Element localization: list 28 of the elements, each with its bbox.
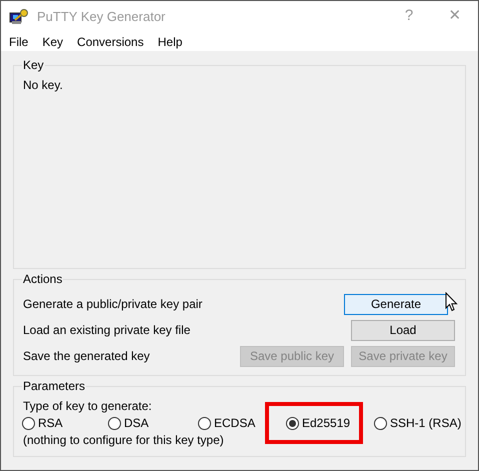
group-title: Parameters	[22, 379, 86, 393]
radio-button[interactable]	[286, 416, 299, 430]
action-button[interactable]: Generate	[344, 294, 448, 314]
radio-label: ECDSA	[214, 415, 256, 432]
type-label: Type of key to generate:	[23, 400, 153, 413]
menu-item[interactable]: Conversions	[70, 32, 151, 50]
radio-button[interactable]	[108, 416, 121, 430]
radio-button[interactable]	[198, 416, 211, 430]
radio-label: DSA	[124, 415, 149, 432]
action-label: Load an existing private key file	[23, 322, 192, 339]
action-label: Save the generated key	[23, 348, 151, 365]
action-button[interactable]: Load	[351, 320, 455, 340]
radio-label: RSA	[38, 415, 63, 432]
key-text: No key.	[23, 77, 64, 94]
menu-item[interactable]: Help	[150, 32, 190, 50]
cursor-icon	[445, 292, 458, 312]
window-title: PuTTY Key Generator	[37, 8, 166, 26]
menu-item[interactable]: Key	[35, 32, 70, 50]
radio-label: Ed25519	[302, 415, 350, 432]
radio-label: SSH-1 (RSA)	[390, 415, 462, 432]
app-icon	[9, 8, 29, 24]
radio-button[interactable]	[22, 416, 35, 430]
note-text: (nothing to configure for this key type)	[23, 433, 225, 447]
group-title: Key	[22, 58, 45, 72]
group-title: Actions	[22, 272, 64, 286]
radio-button[interactable]	[374, 416, 387, 430]
action-label: Generate a public/private key pair	[23, 296, 204, 313]
menu-item[interactable]: File	[2, 32, 36, 50]
